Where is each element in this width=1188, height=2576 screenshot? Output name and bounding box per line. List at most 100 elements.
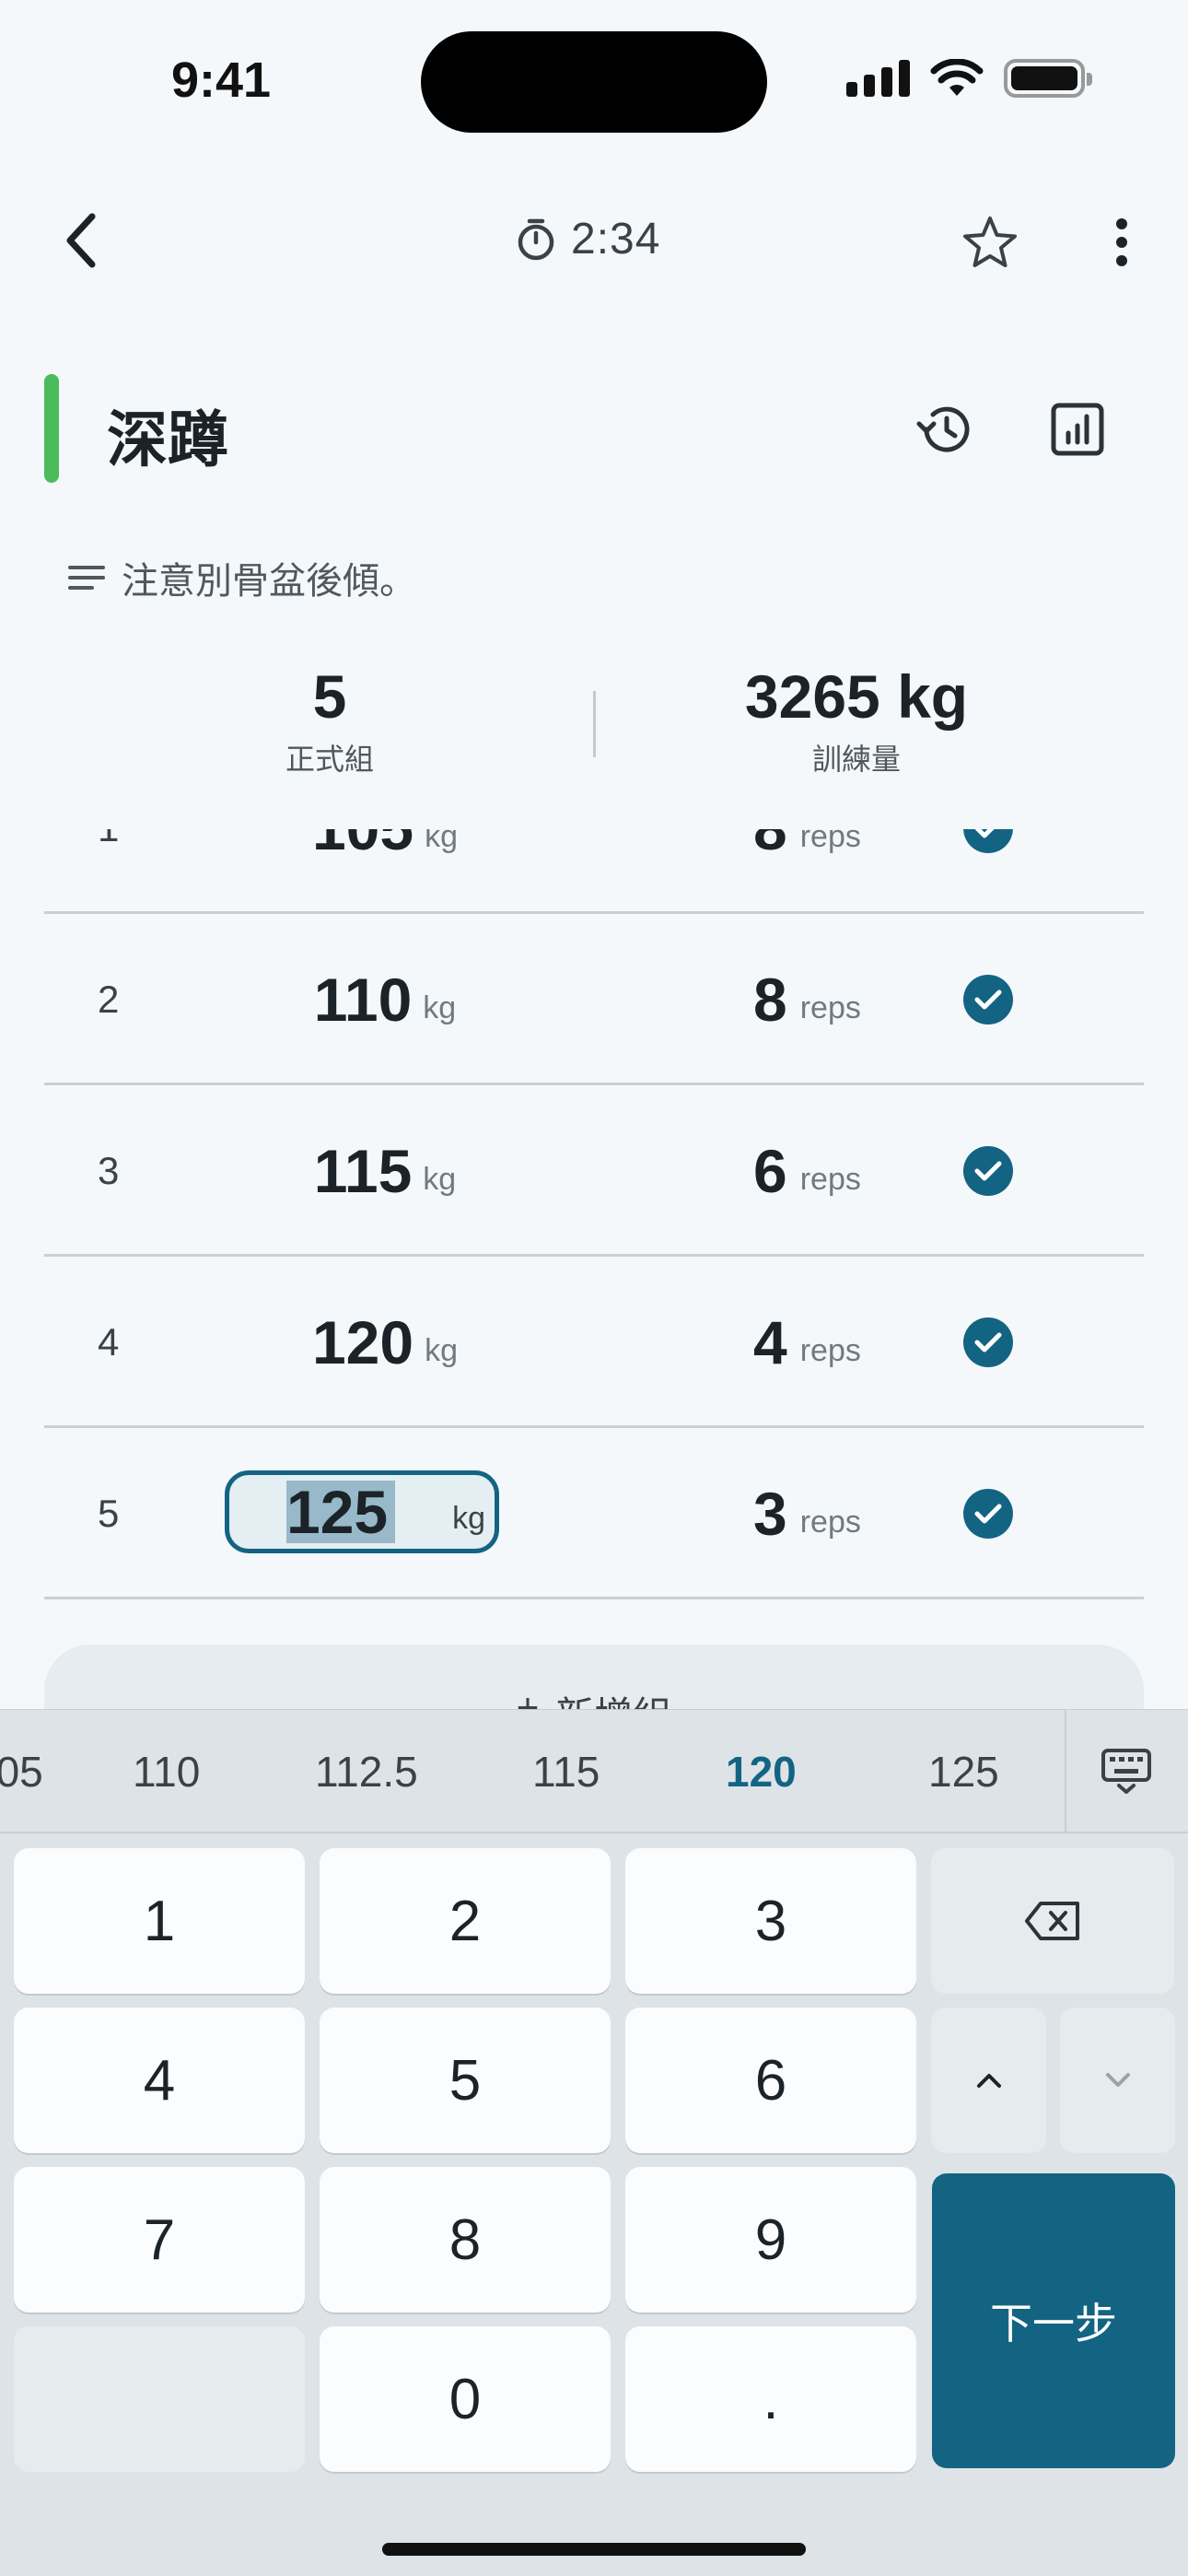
- key-2[interactable]: 2: [320, 1848, 611, 1994]
- weight-unit: kg: [423, 1161, 457, 1197]
- exercise-title: 深蹲: [107, 405, 228, 474]
- cellular-signal-icon: [846, 60, 910, 97]
- set-number: 2: [98, 978, 120, 1021]
- set-complete-checkbox[interactable]: [963, 1317, 1013, 1367]
- check-icon: [974, 829, 995, 838]
- reps-value: 3: [753, 1480, 787, 1548]
- weight-input-value: 125: [286, 1478, 389, 1546]
- key-4[interactable]: 4: [14, 2008, 305, 2153]
- rest-timer[interactable]: 2:34: [516, 214, 660, 264]
- summary-divider: [593, 691, 596, 757]
- star-icon: [963, 217, 1017, 267]
- chevron-down-icon: [1105, 2073, 1130, 2087]
- favorite-button[interactable]: [958, 210, 1022, 275]
- key-decimal[interactable]: .: [625, 2326, 916, 2472]
- weight-value: 105: [312, 829, 413, 863]
- set-weight[interactable]: 105 kg: [228, 829, 542, 914]
- battery-icon: [1004, 59, 1092, 98]
- volume-value: 3265 kg: [744, 662, 969, 731]
- key-9[interactable]: 9: [625, 2167, 916, 2313]
- set-reps[interactable]: 6 reps: [634, 1085, 910, 1257]
- plus-icon: +: [516, 1685, 540, 1709]
- key-1[interactable]: 1: [14, 1848, 305, 1994]
- set-complete-checkbox[interactable]: [963, 975, 1013, 1025]
- set-reps[interactable]: 4 reps: [634, 1257, 910, 1428]
- key-7[interactable]: 7: [14, 2167, 305, 2313]
- reps-unit: reps: [799, 1332, 861, 1368]
- stats-button[interactable]: [1039, 391, 1116, 468]
- set-number: 1: [98, 829, 119, 914]
- next-step-button[interactable]: 下一步: [932, 2173, 1175, 2468]
- set-weight[interactable]: 120 kg: [228, 1257, 542, 1428]
- weight-unit: kg: [423, 989, 457, 1025]
- next-field-key[interactable]: [1060, 2008, 1175, 2153]
- reps-unit: reps: [799, 989, 861, 1025]
- set-row[interactable]: 2 110 kg 8 reps: [44, 914, 1144, 1085]
- working-sets-stat: 5 正式組: [192, 663, 468, 779]
- quick-value[interactable]: 105: [0, 1710, 43, 1833]
- keyboard-icon: [1101, 1749, 1151, 1794]
- set-number: 4: [98, 1320, 120, 1364]
- keyboard-toggle-button[interactable]: [1096, 1743, 1157, 1800]
- set-row[interactable]: 3 115 kg 6 reps: [44, 1085, 1144, 1257]
- quick-value[interactable]: 125: [928, 1710, 999, 1833]
- set-row[interactable]: 4 120 kg 4 reps: [44, 1257, 1144, 1428]
- set-reps[interactable]: 3 reps: [634, 1428, 910, 1599]
- stopwatch-icon: [518, 218, 554, 260]
- exercise-note[interactable]: 注意別骨盆後傾。: [68, 551, 416, 604]
- quick-weight-bar: 105 110 112.5 115 120 125: [0, 1710, 1188, 1833]
- quick-value[interactable]: 115: [532, 1710, 600, 1833]
- status-icons: [846, 59, 1092, 98]
- quick-value[interactable]: 112.5: [315, 1710, 418, 1833]
- set-number: 5: [98, 1492, 120, 1535]
- reps-value: 6: [753, 1137, 787, 1205]
- set-weight[interactable]: 110 kg: [228, 914, 542, 1085]
- quickbar-divider: [1065, 1710, 1066, 1833]
- weight-value: 120: [311, 1308, 414, 1376]
- working-sets-label: 正式組: [285, 742, 374, 776]
- weight-input[interactable]: 125 kg: [225, 1470, 499, 1553]
- key-0[interactable]: 0: [320, 2326, 611, 2472]
- reps-value: 8: [753, 966, 787, 1034]
- key-5[interactable]: 5: [320, 2008, 611, 2153]
- reps-value: 8: [753, 829, 787, 863]
- chevron-up-icon: [976, 2074, 1001, 2088]
- check-icon: [974, 1161, 1002, 1181]
- quick-value-selected[interactable]: 120: [726, 1710, 797, 1833]
- more-vertical-icon: [1116, 218, 1127, 266]
- add-set-button[interactable]: + 新增組: [44, 1645, 1144, 1709]
- set-row[interactable]: 1 105 kg 8 reps: [44, 829, 1144, 914]
- set-reps[interactable]: 8 reps: [634, 914, 910, 1085]
- set-complete-checkbox[interactable]: [963, 1146, 1013, 1196]
- set-reps[interactable]: 8 reps: [634, 829, 910, 914]
- weight-value: 115: [313, 1137, 413, 1205]
- weight-input-unit: kg: [452, 1501, 485, 1536]
- back-button[interactable]: [53, 206, 109, 275]
- quick-value[interactable]: 110: [133, 1710, 200, 1833]
- home-indicator: [382, 2543, 806, 2556]
- more-options-button[interactable]: [1101, 210, 1142, 275]
- status-time: 9:41: [171, 53, 272, 108]
- backspace-key[interactable]: [931, 1848, 1174, 1994]
- key-6[interactable]: 6: [625, 2008, 916, 2153]
- dynamic-island: [421, 31, 767, 133]
- weight-unit: kg: [425, 1332, 459, 1368]
- exercise-accent-bar: [44, 374, 59, 483]
- previous-field-key[interactable]: [931, 2008, 1046, 2153]
- workout-summary: 5 正式組 3265 kg 訓練量: [0, 663, 1188, 792]
- reps-unit: reps: [799, 1504, 861, 1540]
- sets-list[interactable]: 1 105 kg 8 reps 2 110 kg 8 reps 3 115 k: [44, 829, 1144, 1709]
- key-3[interactable]: 3: [625, 1848, 916, 1994]
- add-set-label: 新增組: [555, 1685, 671, 1709]
- history-icon: [916, 406, 970, 452]
- set-complete-checkbox[interactable]: [963, 1489, 1013, 1539]
- reps-unit: reps: [799, 1161, 861, 1197]
- history-button[interactable]: [906, 391, 984, 468]
- set-weight[interactable]: 115 kg: [228, 1085, 542, 1257]
- timer-value: 2:34: [571, 215, 661, 263]
- check-icon: [974, 1504, 1002, 1524]
- set-complete-checkbox[interactable]: [963, 829, 1013, 853]
- notes-icon: [68, 566, 105, 590]
- set-row[interactable]: 5 125 kg 3 reps: [44, 1428, 1144, 1599]
- key-8[interactable]: 8: [320, 2167, 611, 2313]
